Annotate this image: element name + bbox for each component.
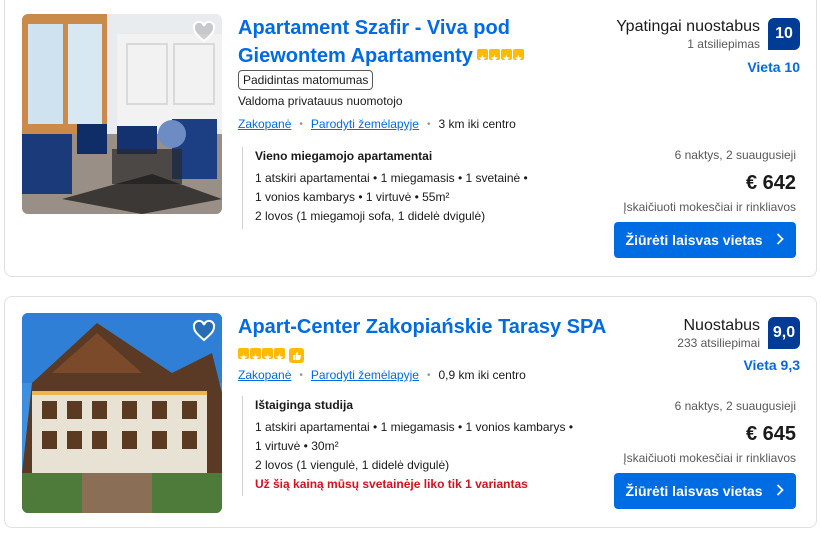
star-icon	[500, 46, 512, 74]
property-photo[interactable]	[22, 14, 222, 214]
location-score: Vieta 10	[747, 59, 800, 75]
separator-dot: •	[426, 118, 431, 130]
property-photo[interactable]	[22, 313, 222, 513]
review-summary[interactable]: Ypatingai nuostabus 1 atsiliepimas 10	[616, 18, 800, 52]
city-link[interactable]: Zakopanė	[238, 117, 291, 131]
see-availability-button[interactable]: Žiūrėti laisvas vietas	[614, 222, 796, 258]
chevron-right-icon	[776, 232, 785, 248]
see-availability-label: Žiūrėti laisvas vietas	[625, 232, 763, 248]
unit-line: 2 lovos (1 miegamoji sofa, 1 didelė dvig…	[255, 209, 486, 223]
review-word: Ypatingai nuostabus	[616, 18, 760, 35]
star-icon	[476, 46, 488, 74]
star-rating	[476, 46, 524, 74]
review-word: Nuostabus	[683, 317, 761, 334]
favorite-heart-icon[interactable]	[192, 20, 216, 44]
star-icon	[488, 46, 500, 74]
city-link[interactable]: Zakopanė	[238, 368, 291, 382]
promoted-badge: Padidintas matomumas	[238, 70, 374, 90]
price-block: 6 naktys, 2 suaugusieji € 645 Įskaičiuot…	[623, 398, 796, 466]
star-icon	[274, 345, 285, 373]
separator-dot: •	[299, 118, 303, 130]
price: € 642	[745, 172, 796, 194]
review-score: 9,0	[768, 317, 800, 349]
review-score: 10	[768, 18, 800, 50]
location-row: Zakopanė • Parodyti žemėlapyje • 3 km ik…	[238, 117, 516, 131]
review-summary[interactable]: Nuostabus 233 atsiliepimai 9,0	[677, 317, 800, 351]
unit-line: 1 atskiri apartamentai • 1 miegamasis • …	[255, 420, 574, 434]
star-icon	[250, 345, 261, 373]
thumbs-up-icon	[289, 348, 304, 363]
review-count: 1 atsiliepimas	[687, 37, 760, 51]
star-rating	[238, 345, 304, 373]
stay-summary: 6 naktys, 2 suaugusieji	[674, 148, 796, 162]
star-icon	[512, 46, 524, 74]
favorite-heart-icon[interactable]	[192, 319, 216, 343]
see-availability-button[interactable]: Žiūrėti laisvas vietas	[614, 473, 796, 509]
property-card: Apartament Szafir - Viva pod Giewontem A…	[4, 0, 817, 277]
property-title[interactable]: Apart-Center Zakopiańskie Tarasy SPA	[238, 313, 638, 373]
host-type: Valdoma privatauus nuomotojo	[238, 94, 403, 108]
unit-line: 1 vonios kambarys • 1 virtuvė • 55m²	[255, 190, 450, 204]
unit-line: 1 atskiri apartamentai • 1 miegamasis • …	[255, 171, 528, 185]
location-score: Vieta 9,3	[743, 357, 800, 373]
property-card: Apart-Center Zakopiańskie Tarasy SPA Zak…	[4, 296, 817, 528]
separator-dot: •	[299, 369, 303, 381]
price-block: 6 naktys, 2 suaugusieji € 642 Įskaičiuot…	[623, 147, 796, 215]
taxes-note: Įskaičiuoti mokesčiai ir rinkliavos	[623, 451, 796, 465]
location-row: Zakopanė • Parodyti žemėlapyje • 0,9 km …	[238, 368, 526, 382]
unit-line: 1 virtuvė • 30m²	[255, 439, 339, 453]
unit-details: Ištaiginga studija 1 atskiri apartamenta…	[242, 396, 582, 496]
unit-name: Ištaiginga studija	[255, 398, 354, 412]
star-icon	[238, 345, 249, 373]
show-on-map-link[interactable]: Parodyti žemėlapyje	[311, 117, 419, 131]
unit-name: Vieno miegamojo apartamentai	[255, 149, 433, 163]
taxes-note: Įskaičiuoti mokesčiai ir rinkliavos	[623, 200, 796, 214]
star-icon	[262, 345, 273, 373]
unit-details: Vieno miegamojo apartamentai 1 atskiri a…	[242, 147, 542, 229]
chevron-right-icon	[776, 483, 785, 499]
price: € 645	[745, 423, 796, 445]
review-count: 233 atsiliepimai	[677, 336, 760, 350]
distance-from-centre: 3 km iki centro	[438, 117, 516, 131]
unit-line: 2 lovos (1 viengulė, 1 didelė dvigulė)	[255, 458, 450, 472]
stay-summary: 6 naktys, 2 suaugusieji	[674, 399, 796, 413]
separator-dot: •	[426, 369, 431, 381]
scarcity-message: Už šią kainą mūsų svetainėje liko tik 1 …	[255, 477, 528, 491]
show-on-map-link[interactable]: Parodyti žemėlapyje	[311, 368, 419, 382]
distance-from-centre: 0,9 km iki centro	[438, 368, 526, 382]
see-availability-label: Žiūrėti laisvas vietas	[625, 483, 763, 499]
property-title[interactable]: Apartament Szafir - Viva pod Giewontem A…	[238, 14, 568, 74]
